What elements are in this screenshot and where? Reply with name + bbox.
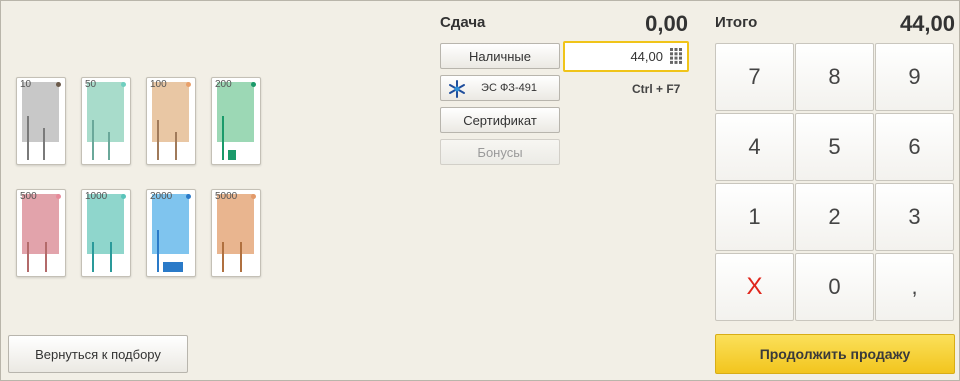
banknote-label: 100 bbox=[150, 79, 167, 90]
banknote-2000[interactable]: 2000 bbox=[146, 189, 196, 277]
calculator-icon[interactable] bbox=[670, 48, 682, 64]
banknote-dot bbox=[251, 82, 256, 87]
banknote-1000[interactable]: 1000 bbox=[81, 189, 131, 277]
total-label: Итого bbox=[715, 14, 758, 31]
cash-amount-input[interactable] bbox=[567, 45, 663, 67]
cash-button[interactable]: Наличные bbox=[440, 43, 560, 69]
banknote-50[interactable]: 50 bbox=[81, 77, 131, 165]
banknote-leg bbox=[110, 242, 112, 272]
banknote-dot bbox=[121, 82, 126, 87]
banknote-leg bbox=[92, 120, 94, 160]
key-1[interactable]: 1 bbox=[715, 183, 794, 251]
banknote-leg bbox=[222, 242, 224, 272]
banknote-5000[interactable]: 5000 bbox=[211, 189, 261, 277]
banknote-dot bbox=[186, 194, 191, 199]
banknote-leg bbox=[157, 230, 159, 272]
banknote-dot bbox=[56, 194, 61, 199]
banknote-dot bbox=[251, 194, 256, 199]
banknote-dot bbox=[186, 82, 191, 87]
card-payment-button[interactable]: ЭС ФЗ-491 bbox=[440, 75, 560, 101]
banknote-leg bbox=[27, 116, 29, 160]
banknote-leg bbox=[228, 150, 236, 160]
key-6[interactable]: 6 bbox=[875, 113, 954, 181]
banknote-dot bbox=[121, 194, 126, 199]
banknote-dot bbox=[56, 82, 61, 87]
banknote-leg bbox=[157, 120, 159, 160]
bonuses-button[interactable]: Бонусы bbox=[440, 139, 560, 165]
banknote-label: 1000 bbox=[85, 191, 108, 202]
key-4[interactable]: 4 bbox=[715, 113, 794, 181]
certificate-button[interactable]: Сертификат bbox=[440, 107, 560, 133]
key-clear[interactable]: X bbox=[715, 253, 794, 321]
banknote-leg bbox=[92, 242, 94, 272]
banknote-leg bbox=[45, 242, 47, 272]
banknote-label: 10 bbox=[20, 79, 32, 90]
banknote-label: 2000 bbox=[150, 191, 173, 202]
key-3[interactable]: 3 bbox=[875, 183, 954, 251]
banknote-leg bbox=[27, 242, 29, 272]
key-8[interactable]: 8 bbox=[795, 43, 874, 111]
banknote-label: 5000 bbox=[215, 191, 238, 202]
banknote-leg bbox=[240, 242, 242, 272]
card-shortcut-hint: Ctrl + F7 bbox=[632, 82, 681, 96]
banknote-10[interactable]: 10 bbox=[16, 77, 66, 165]
banknote-label: 200 bbox=[215, 79, 232, 90]
change-value: 0,00 bbox=[645, 11, 688, 36]
banknote-200[interactable]: 200 bbox=[211, 77, 261, 165]
total-value: 44,00 bbox=[899, 11, 955, 36]
banknote-label: 50 bbox=[85, 79, 97, 90]
key-5[interactable]: 5 bbox=[795, 113, 874, 181]
banknote-leg bbox=[175, 132, 177, 160]
key-2[interactable]: 2 bbox=[795, 183, 874, 251]
continue-sale-button[interactable]: Продолжить продажу bbox=[715, 334, 955, 374]
banknote-leg bbox=[108, 132, 110, 160]
banknote-leg bbox=[163, 262, 183, 272]
snowflake-icon bbox=[449, 80, 465, 98]
key-9[interactable]: 9 bbox=[875, 43, 954, 111]
banknote-leg bbox=[222, 116, 224, 160]
change-label: Сдача bbox=[440, 14, 486, 31]
banknote-leg bbox=[43, 128, 45, 160]
cash-amount-field[interactable] bbox=[563, 41, 689, 72]
key-0[interactable]: 0 bbox=[795, 253, 874, 321]
banknote-500[interactable]: 500 bbox=[16, 189, 66, 277]
banknote-100[interactable]: 100 bbox=[146, 77, 196, 165]
key-comma[interactable]: , bbox=[875, 253, 954, 321]
key-7[interactable]: 7 bbox=[715, 43, 794, 111]
back-to-selection-button[interactable]: Вернуться к подбору bbox=[8, 335, 188, 373]
card-payment-label: ЭС ФЗ-491 bbox=[481, 82, 537, 94]
banknote-label: 500 bbox=[20, 191, 37, 202]
